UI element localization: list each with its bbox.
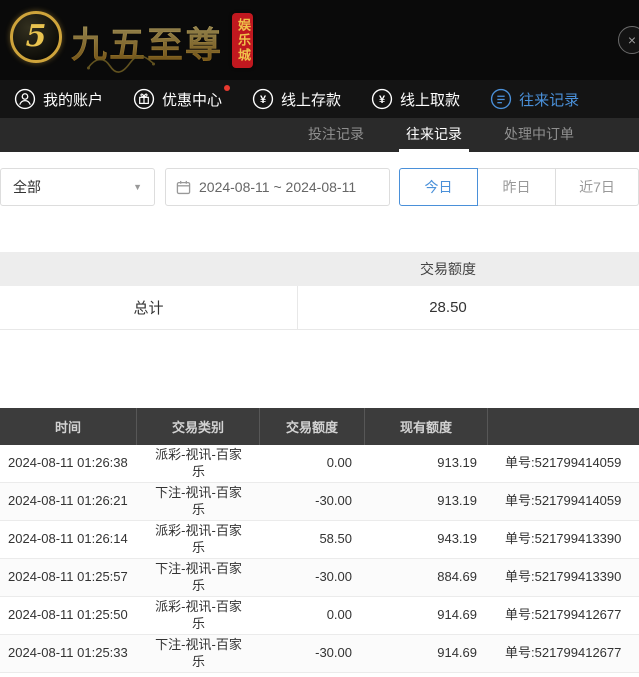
column-header-time: 时间 — [0, 408, 137, 445]
category-select[interactable]: 全部 ▼ — [0, 168, 155, 206]
summary-table: 交易额度 总计 28.50 — [0, 252, 639, 330]
tab-processing-orders[interactable]: 处理中订单 — [497, 118, 581, 152]
nav-item-label: 线上存款 — [281, 89, 341, 110]
summary-total-row: 总计 28.50 — [0, 286, 639, 330]
cell-balance: 914.69 — [365, 607, 488, 624]
tab-bet-records[interactable]: 投注记录 — [301, 118, 371, 152]
gift-icon — [133, 88, 155, 110]
nav-item-online-deposit[interactable]: ¥ 线上存款 — [252, 88, 341, 110]
notification-dot — [224, 85, 230, 91]
cell-type: 派彩-视讯-百家乐 — [137, 521, 260, 559]
cell-time: 2024-08-11 01:26:14 — [0, 531, 137, 548]
table-row: 2024-08-11 01:25:57下注-视讯-百家乐-30.00884.69… — [0, 559, 639, 597]
cell-amount: -30.00 — [260, 645, 365, 662]
cell-type: 下注-视讯-百家乐 — [137, 559, 260, 597]
filter-row: 全部 ▼ 2024-08-11 ~ 2024-08-11 今日昨日近7日 — [0, 168, 639, 206]
svg-text:¥: ¥ — [260, 94, 267, 106]
nav-item-label: 优惠中心 — [162, 89, 222, 110]
header-corner-close-icon[interactable]: × — [618, 26, 639, 54]
svg-text:¥: ¥ — [379, 94, 386, 106]
ornament-flourish-icon — [86, 54, 156, 74]
nav-item-promo-center[interactable]: 优惠中心 — [133, 88, 222, 110]
cell-time: 2024-08-11 01:25:57 — [0, 569, 137, 586]
cell-balance: 913.19 — [365, 455, 488, 472]
cell-balance: 914.69 — [365, 645, 488, 662]
cell-order: 单号:521799412677 — [488, 607, 639, 624]
main-nav: 我的账户 优惠中心 ¥ 线上存款 ¥ 线上取款 往来记录 — [0, 80, 639, 118]
nav-item-my-account[interactable]: 我的账户 — [14, 88, 103, 110]
yesterday-button[interactable]: 昨日 — [477, 168, 556, 206]
brand-emblem-icon: 5 — [10, 11, 62, 63]
category-select-value: 全部 — [13, 177, 41, 197]
page: 5 九五至尊 娱乐城 × 我的账户优惠中心¥线上存款¥线上取款往来记录 投注记录… — [0, 0, 639, 677]
cell-order: 单号:521799414059 — [488, 455, 639, 472]
nav-item-online-withdraw[interactable]: ¥ 线上取款 — [371, 88, 460, 110]
records-table: 时间交易类别交易额度现有额度 2024-08-11 01:26:38派彩-视讯-… — [0, 408, 639, 673]
nav-item-label: 我的账户 — [43, 89, 103, 110]
records-table-header: 时间交易类别交易额度现有额度 — [0, 408, 639, 445]
date-range-picker[interactable]: 2024-08-11 ~ 2024-08-11 — [165, 168, 390, 206]
cell-balance: 913.19 — [365, 493, 488, 510]
records-table-body: 2024-08-11 01:26:38派彩-视讯-百家乐0.00913.19单号… — [0, 445, 639, 673]
site-header: 5 九五至尊 娱乐城 × — [0, 0, 639, 80]
tab-transaction-records[interactable]: 往来记录 — [399, 118, 469, 152]
summary-header-row: 交易额度 — [0, 252, 639, 286]
column-header-amount: 交易额度 — [260, 408, 365, 445]
date-range-value: 2024-08-11 ~ 2024-08-11 — [199, 179, 356, 195]
cell-type: 下注-视讯-百家乐 — [137, 483, 260, 521]
last7days-button[interactable]: 近7日 — [555, 168, 639, 206]
cell-type: 下注-视讯-百家乐 — [137, 635, 260, 673]
brand-emblem-char: 5 — [26, 22, 47, 52]
cell-order: 单号:521799414059 — [488, 493, 639, 510]
summary-total-label: 总计 — [0, 286, 298, 329]
brand-badge: 娱乐城 — [232, 13, 253, 68]
quick-range-buttons: 今日昨日近7日 — [399, 168, 639, 206]
column-header-balance: 现有额度 — [365, 408, 488, 445]
cell-time: 2024-08-11 01:26:21 — [0, 493, 137, 510]
cell-amount: 58.50 — [260, 531, 365, 548]
records-icon — [490, 88, 512, 110]
cell-time: 2024-08-11 01:25:50 — [0, 607, 137, 624]
chevron-down-icon: ▼ — [133, 182, 142, 192]
column-header-order — [488, 408, 639, 445]
cell-amount: -30.00 — [260, 493, 365, 510]
today-button[interactable]: 今日 — [399, 168, 478, 206]
table-row: 2024-08-11 01:26:14派彩-视讯-百家乐58.50943.19单… — [0, 521, 639, 559]
cell-type: 派彩-视讯-百家乐 — [137, 445, 260, 483]
cell-amount: -30.00 — [260, 569, 365, 586]
table-row: 2024-08-11 01:25:33下注-视讯-百家乐-30.00914.69… — [0, 635, 639, 673]
cell-order: 单号:521799412677 — [488, 645, 639, 662]
cell-balance: 884.69 — [365, 569, 488, 586]
table-row: 2024-08-11 01:25:50派彩-视讯-百家乐0.00914.69单号… — [0, 597, 639, 635]
user-icon — [14, 88, 36, 110]
cell-amount: 0.00 — [260, 607, 365, 624]
table-row: 2024-08-11 01:26:21下注-视讯-百家乐-30.00913.19… — [0, 483, 639, 521]
cell-type: 派彩-视讯-百家乐 — [137, 597, 260, 635]
summary-header-label: 交易额度 — [298, 259, 598, 279]
withdraw-icon: ¥ — [371, 88, 393, 110]
cell-order: 单号:521799413390 — [488, 569, 639, 586]
cell-time: 2024-08-11 01:26:38 — [0, 455, 137, 472]
cell-time: 2024-08-11 01:25:33 — [0, 645, 137, 662]
nav-item-label: 线上取款 — [400, 89, 460, 110]
deposit-icon: ¥ — [252, 88, 274, 110]
calendar-icon — [176, 180, 191, 195]
table-row: 2024-08-11 01:26:38派彩-视讯-百家乐0.00913.19单号… — [0, 445, 639, 483]
cell-balance: 943.19 — [365, 531, 488, 548]
nav-item-label: 往来记录 — [519, 89, 579, 110]
summary-total-value: 28.50 — [298, 286, 598, 329]
record-tabs: 投注记录往来记录处理中订单 — [0, 118, 639, 152]
column-header-type: 交易类别 — [137, 408, 260, 445]
cell-order: 单号:521799413390 — [488, 531, 639, 548]
nav-item-transaction-records[interactable]: 往来记录 — [490, 88, 579, 110]
cell-amount: 0.00 — [260, 455, 365, 472]
